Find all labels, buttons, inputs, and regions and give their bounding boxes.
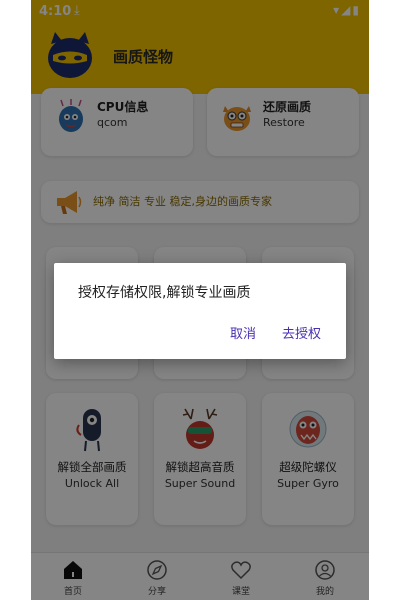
- app-screen: 4:10 ⤓ ▾◢▮ 画质怪物 CPU信息 qcom 还原画质 Restore …: [31, 0, 369, 600]
- permission-dialog: 授权存储权限,解锁专业画质 取消 去授权: [54, 263, 346, 359]
- authorize-button[interactable]: 去授权: [282, 323, 321, 342]
- cancel-button[interactable]: 取消: [230, 323, 256, 342]
- dialog-message: 授权存储权限,解锁专业画质: [78, 285, 251, 301]
